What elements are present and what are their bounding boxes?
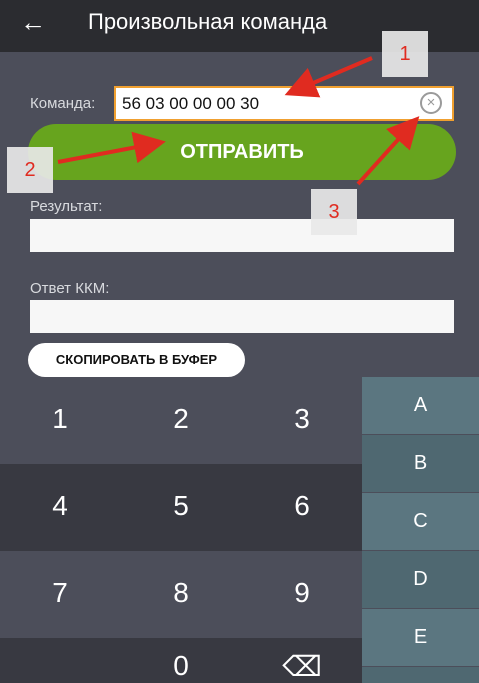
key-4[interactable]: 4 xyxy=(0,490,120,522)
key-5[interactable]: 5 xyxy=(121,490,241,522)
kkm-response-field[interactable] xyxy=(30,300,454,333)
command-form: Команда: 56 03 00 00 00 30 × ОТПРАВИТЬ Р… xyxy=(0,52,479,377)
keypad-row: 1 2 3 xyxy=(0,377,362,464)
copy-to-clipboard-button[interactable]: СКОПИРОВАТЬ В БУФЕР xyxy=(28,343,245,377)
key-d[interactable]: D xyxy=(362,551,479,608)
result-field[interactable] xyxy=(30,219,454,252)
keypad-row: 0 ⌫ xyxy=(0,638,362,683)
back-arrow-icon[interactable]: ← xyxy=(20,6,46,38)
annotation-marker-1: 1 xyxy=(382,31,428,77)
key-2[interactable]: 2 xyxy=(121,403,241,435)
key-a[interactable]: A xyxy=(362,377,479,434)
key-6[interactable]: 6 xyxy=(242,490,362,522)
hex-keypad: A B C D E xyxy=(362,377,479,683)
command-input[interactable]: 56 03 00 00 00 30 xyxy=(114,86,454,121)
keypad-row: 7 8 9 xyxy=(0,551,362,638)
result-label: Результат: xyxy=(30,198,103,215)
key-9[interactable]: 9 xyxy=(242,577,362,609)
key-7[interactable]: 7 xyxy=(0,577,120,609)
key-1[interactable]: 1 xyxy=(0,403,120,435)
key-0[interactable]: 0 xyxy=(121,650,241,682)
annotation-marker-3: 3 xyxy=(311,189,357,235)
numeric-keypad: 1 2 3 4 5 6 7 8 9 0 ⌫ xyxy=(0,377,362,683)
key-e[interactable]: E xyxy=(362,609,479,666)
key-c[interactable]: C xyxy=(362,493,479,550)
clear-circle-icon[interactable]: × xyxy=(420,92,442,114)
command-value: 56 03 00 00 00 30 xyxy=(122,94,260,113)
kkm-response-label: Ответ ККМ: xyxy=(30,280,110,297)
backspace-icon[interactable]: ⌫ xyxy=(242,650,362,683)
command-label: Команда: xyxy=(30,95,96,112)
key-3[interactable]: 3 xyxy=(242,403,362,435)
send-button[interactable]: ОТПРАВИТЬ xyxy=(28,124,456,180)
keypad-row: 4 5 6 xyxy=(0,464,362,551)
key-8[interactable]: 8 xyxy=(121,577,241,609)
page-title: Произвольная команда xyxy=(88,9,328,34)
key-f-partial[interactable] xyxy=(362,667,479,683)
annotation-marker-2: 2 xyxy=(7,147,53,193)
key-b[interactable]: B xyxy=(362,435,479,492)
